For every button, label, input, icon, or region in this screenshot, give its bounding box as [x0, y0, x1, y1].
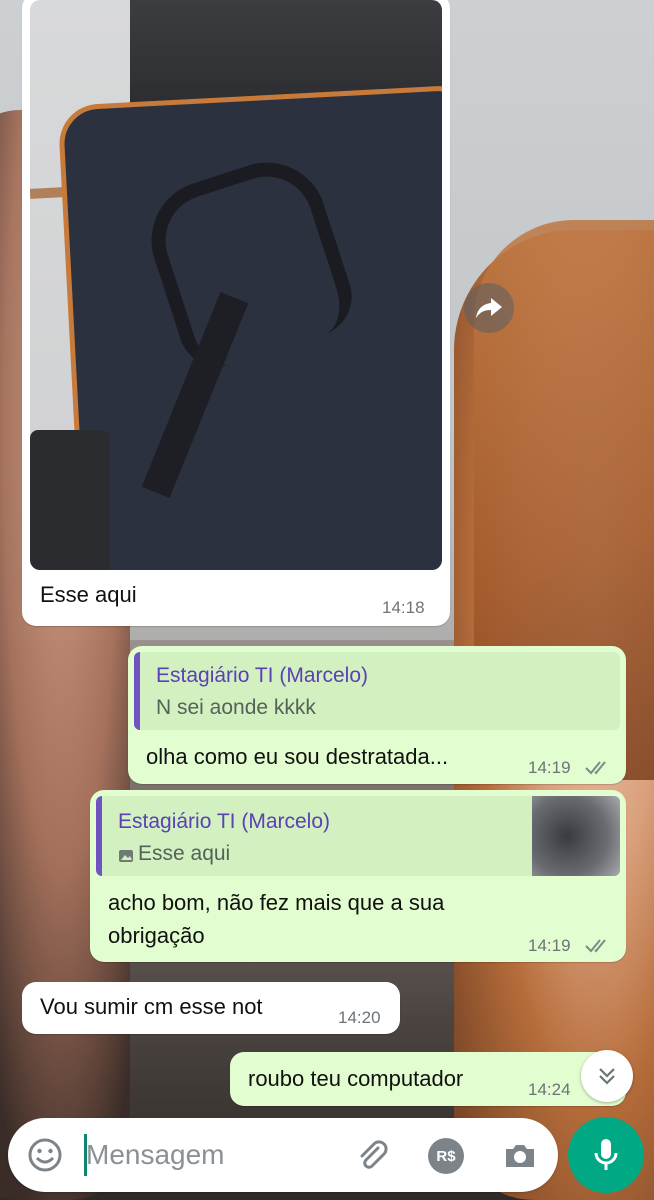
emoji-button[interactable]: [26, 1136, 64, 1174]
outgoing-message[interactable]: roubo teu computador 14:24: [230, 1052, 626, 1106]
message-text: olha como eu sou destratada...: [146, 744, 449, 769]
message-input[interactable]: Mensagem: [86, 1139, 225, 1171]
quote-text: Esse aqui: [138, 842, 231, 865]
outgoing-reply-message[interactable]: Estagiário TI (Marcelo) N sei aonde kkkk…: [128, 646, 626, 784]
quoted-message[interactable]: Estagiário TI (Marcelo) N sei aonde kkkk: [134, 652, 620, 730]
quote-bar: [134, 652, 140, 730]
incoming-message[interactable]: Vou sumir cm esse not 14:20: [22, 982, 400, 1034]
scroll-to-bottom-button[interactable]: [581, 1050, 633, 1102]
quote-text: N sei aonde kkkk: [156, 696, 316, 719]
message-time: 14:24: [528, 1080, 571, 1099]
message-text-line: acho bom, não fez mais que a sua: [108, 890, 445, 915]
quote-author: Estagiário TI (Marcelo): [118, 810, 331, 833]
image-caption: Esse aqui: [40, 582, 137, 607]
forward-button[interactable]: [464, 283, 514, 333]
message-text-line: obrigação: [108, 923, 205, 948]
quote-bar: [96, 796, 102, 876]
chat-area[interactable]: Esse aqui 14:18 Estagiário TI (Marcelo) …: [0, 0, 654, 1200]
message-time: 14:18: [382, 598, 425, 617]
quoted-message[interactable]: Estagiário TI (Marcelo) Esse aqui: [96, 796, 620, 876]
quote-thumbnail: [532, 796, 620, 876]
emoji-icon: [28, 1138, 62, 1172]
image-icon: [119, 850, 133, 862]
mic-icon: [594, 1139, 618, 1170]
message-time: 14:20: [338, 1008, 381, 1027]
message-time: 14:19: [528, 758, 571, 777]
forward-icon: [476, 298, 502, 318]
message-photo[interactable]: [30, 0, 442, 570]
voice-message-button[interactable]: [568, 1117, 644, 1193]
double-check-icon: [585, 761, 606, 775]
message-composer[interactable]: Mensagem R$: [8, 1118, 558, 1192]
message-text: roubo teu computador: [248, 1066, 464, 1091]
outgoing-reply-message[interactable]: Estagiário TI (Marcelo) Esse aqui acho b…: [90, 790, 626, 962]
message-time: 14:19: [528, 936, 571, 955]
image-message[interactable]: Esse aqui 14:18: [22, 0, 450, 626]
photo-mouse-pad: [30, 430, 110, 570]
quote-author: Estagiário TI (Marcelo): [156, 664, 369, 687]
camera-button[interactable]: [500, 1136, 540, 1176]
payment-icon: R$: [436, 1147, 456, 1165]
attach-icon: [360, 1140, 388, 1169]
message-text: Vou sumir cm esse not: [40, 994, 263, 1019]
camera-icon: [506, 1145, 534, 1167]
attach-button[interactable]: [352, 1136, 392, 1176]
payment-button[interactable]: R$: [428, 1138, 464, 1174]
double-chevron-down-icon: [599, 1068, 615, 1085]
double-check-icon: [585, 939, 606, 953]
